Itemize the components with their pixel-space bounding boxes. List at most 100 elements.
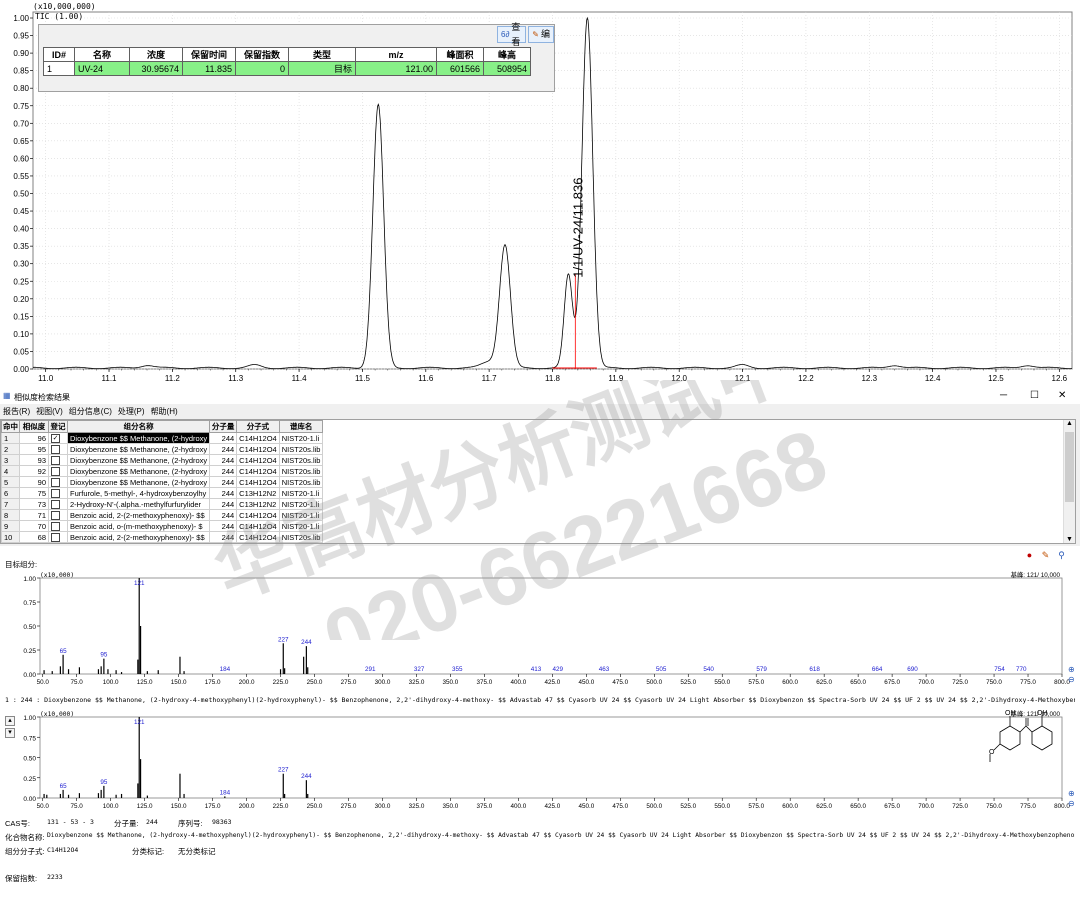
- hit-registered[interactable]: [48, 487, 68, 499]
- register-checkbox[interactable]: [51, 521, 60, 531]
- spectrum-peak-label: 664: [872, 666, 883, 673]
- spectrum-x-tick-label: 700.0: [918, 679, 934, 686]
- peak-header-mz[interactable]: m/z: [355, 47, 437, 62]
- register-checkbox[interactable]: [51, 499, 60, 509]
- peak-table: ID# 名称 浓度 保留时间 保留指数 类型 m/z 峰面积 峰高 1 UV-2…: [43, 47, 531, 76]
- hit-registered[interactable]: [48, 509, 68, 521]
- hit-registered[interactable]: [48, 498, 68, 510]
- spectrum-y-tick-label: 0.00: [23, 796, 36, 803]
- zoom-out-icon[interactable]: ⊖: [1068, 799, 1075, 808]
- hit-row[interactable]: 3 93 Dioxybenzone $$ Methanone, (2-hydroxy…: [1, 454, 324, 466]
- hit-registered[interactable]: [48, 443, 68, 455]
- close-button[interactable]: ✕: [1058, 390, 1066, 401]
- hits-header-registered[interactable]: 登记: [48, 420, 68, 433]
- tic-y-tick-label: 0.25: [13, 277, 29, 286]
- hit-index: 9: [1, 520, 20, 532]
- spectrum-x-tick-label: 650.0: [850, 803, 866, 810]
- hit-row[interactable]: 9 70 Benzoic acid, o-(m-methoxyphenoxy)- $…: [1, 520, 324, 532]
- edit-icon: ✎: [532, 30, 539, 39]
- hit-registered[interactable]: [48, 465, 68, 477]
- hits-scrollbar[interactable]: ▲ ▼: [1063, 420, 1075, 543]
- zoom-out-icon[interactable]: ⊖: [1068, 675, 1075, 684]
- hits-header-mw[interactable]: 分子量: [209, 420, 238, 433]
- spectrum-peak-label: 413: [531, 666, 542, 673]
- hit-formula: C14H12O4: [236, 531, 280, 543]
- register-checkbox[interactable]: [51, 532, 60, 542]
- spectrum-x-tick-label: 750.0: [986, 679, 1002, 686]
- hit-formula: C13H12N2: [236, 487, 280, 499]
- edit-button[interactable]: ✎ 编: [528, 26, 554, 43]
- tic-y-tick-label: 0.90: [13, 49, 29, 58]
- scroll-up-icon[interactable]: ▲: [1066, 420, 1073, 427]
- menu-help[interactable]: 帮助(H): [151, 406, 178, 418]
- peak-header-conc[interactable]: 浓度: [129, 47, 183, 62]
- peak-header-ri[interactable]: 保留指数: [235, 47, 289, 62]
- peak-header-height[interactable]: 峰高: [483, 47, 531, 62]
- cas-label: CAS号:: [5, 819, 31, 828]
- peak-header-rt[interactable]: 保留时间: [182, 47, 236, 62]
- register-checkbox[interactable]: [51, 477, 60, 487]
- spectrum-peak-label: 540: [703, 666, 714, 673]
- spectrum-up-button[interactable]: ▴: [5, 716, 15, 726]
- hit-index: 10: [1, 531, 20, 543]
- register-checkbox[interactable]: [51, 444, 60, 454]
- hit-row[interactable]: 6 75 Furfurole, 5-methyl-, 4-hydroxybenzoy…: [1, 487, 324, 499]
- hits-header-similarity[interactable]: 相似度: [19, 420, 49, 433]
- window-title: 相似度检索结果: [14, 393, 70, 402]
- hits-header-library[interactable]: 谱库名: [278, 420, 324, 433]
- spectrum-x-tick-label: 625.0: [816, 803, 832, 810]
- menu-process[interactable]: 处理(P): [118, 406, 145, 418]
- hit-registered[interactable]: [48, 531, 68, 543]
- hit-mw: 150: [209, 542, 238, 543]
- hits-header-hit[interactable]: 命中: [1, 420, 20, 433]
- peak-header-type[interactable]: 类型: [288, 47, 356, 62]
- register-checkbox[interactable]: [51, 455, 60, 465]
- hit-formula: C14H12O4: [236, 465, 280, 477]
- peak-table-row[interactable]: 1 UV-24 30.95674 11.835 0 目标 121.00 6015…: [43, 61, 531, 76]
- hit-row[interactable]: 10 68 Benzoic acid, 2-(2-methoxyphenoxy)- …: [1, 531, 324, 543]
- hits-header-formula[interactable]: 分子式: [236, 420, 280, 433]
- maximize-button[interactable]: ☐: [1030, 390, 1039, 401]
- peak-header-area[interactable]: 峰面积: [436, 47, 484, 62]
- register-checkbox[interactable]: ✓: [51, 433, 60, 443]
- hit-row[interactable]: 8 71 Benzoic acid, 2-(2-methoxyphenoxy)- $…: [1, 509, 324, 521]
- scrollbar-thumb[interactable]: [1065, 432, 1074, 502]
- peak-header-name[interactable]: 名称: [74, 47, 130, 62]
- register-checkbox[interactable]: [51, 488, 60, 498]
- minimize-button[interactable]: ─: [1000, 390, 1007, 401]
- hit-registered[interactable]: [48, 542, 68, 543]
- menu-view[interactable]: 视图(V): [36, 406, 63, 418]
- hit-row[interactable]: 7 73 2-Hydroxy-N'-(.alpha.-methylfurfuryli…: [1, 498, 324, 510]
- hit-registered[interactable]: ✓: [48, 432, 68, 444]
- zoom-in-icon[interactable]: ⊕: [1068, 665, 1075, 674]
- menu-component-info[interactable]: 组分信息(C): [69, 406, 112, 418]
- spectrum-x-tick-label: 625.0: [816, 679, 832, 686]
- view-button[interactable]: 6∂ 查看: [497, 22, 527, 47]
- hit-mw: 244: [209, 487, 238, 499]
- hit-similarity: 93: [19, 454, 49, 466]
- scroll-down-icon[interactable]: ▼: [1066, 536, 1073, 543]
- hits-header-name[interactable]: 组分名称: [66, 420, 211, 433]
- register-checkbox[interactable]: [51, 510, 60, 520]
- hit-row[interactable]: 1167 Benzaldehyde, 3-ethoxy- $$ Benzaldeh…: [1, 542, 324, 543]
- hit-registered[interactable]: [48, 520, 68, 532]
- tic-x-tick-label: 11.1: [102, 374, 118, 383]
- spectrum-peak-label: 429: [553, 666, 564, 673]
- tic-y-tick-label: 0.30: [13, 260, 29, 269]
- hit-row[interactable]: 5 90 Dioxybenzone $$ Methanone, (2-hydroxy…: [1, 476, 324, 488]
- zoom-in-icon[interactable]: ⊕: [1068, 789, 1075, 798]
- spectrum-y-tick-label: 1.00: [23, 576, 36, 583]
- menu-report[interactable]: 报告(R): [3, 406, 30, 418]
- peak-header-id[interactable]: ID#: [43, 47, 75, 62]
- spectrum-down-button[interactable]: ▾: [5, 728, 15, 738]
- oh-label-right: OH: [1037, 710, 1048, 717]
- hit-registered[interactable]: [48, 476, 68, 488]
- hit-registered[interactable]: [48, 454, 68, 466]
- hit-row[interactable]: 4 92 Dioxybenzone $$ Methanone, (2-hydroxy…: [1, 465, 324, 477]
- hit-row[interactable]: 1 96 ✓ Dioxybenzone $$ Methanone, (2-hydrox…: [1, 432, 324, 444]
- hit-similarity: 67: [19, 542, 49, 543]
- hit-row[interactable]: 2 95 Dioxybenzone $$ Methanone, (2-hydroxy…: [1, 443, 324, 455]
- spectrum-x-tick-label: 725.0: [952, 679, 968, 686]
- register-checkbox[interactable]: [51, 466, 60, 476]
- spectrum-x-tick-label: 275.0: [341, 679, 357, 686]
